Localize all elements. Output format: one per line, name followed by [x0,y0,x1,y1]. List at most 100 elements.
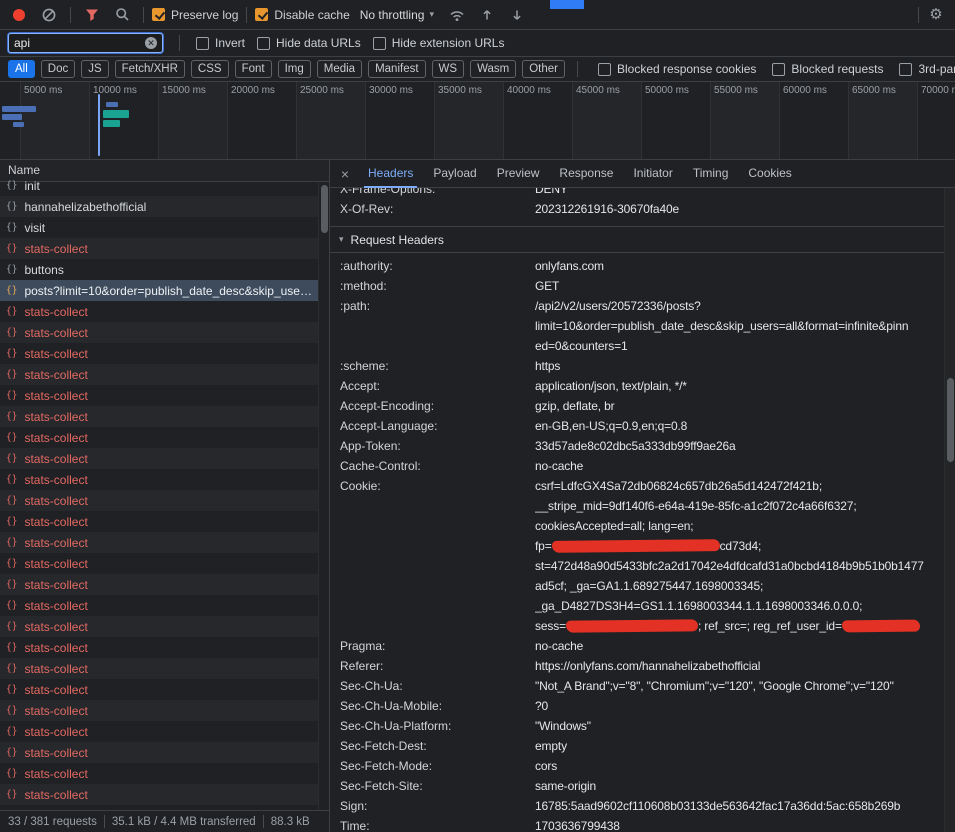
request-row[interactable]: {}stats-collect [0,406,318,427]
record-button[interactable] [6,3,32,27]
request-row[interactable]: {}stats-collect [0,364,318,385]
header-value: ?0 [535,696,944,716]
hide-extension-urls-checkbox[interactable] [373,37,386,50]
filter-input-box[interactable]: ✕ [8,33,163,53]
type-filter-font[interactable]: Font [235,60,272,78]
request-row[interactable]: {}stats-collect [0,448,318,469]
disable-cache-option[interactable]: Disable cache [255,8,349,22]
request-row[interactable]: {}stats-collect [0,763,318,784]
tab-preview[interactable]: Preview [487,160,550,188]
request-row[interactable]: {}stats-collect [0,679,318,700]
tab-payload[interactable]: Payload [423,160,486,188]
request-row[interactable]: {}stats-collect [0,784,318,805]
request-row[interactable]: {}init [0,175,318,196]
request-row[interactable]: {}stats-collect [0,469,318,490]
header-value-line: limit=10&order=publish_date_desc&skip_us… [535,316,944,336]
hide-data-urls-option[interactable]: Hide data URLs [257,36,361,50]
header-value-line: 16785:5aad9602cf110608b03133de563642fac1… [535,796,944,816]
type-filter-fetch-xhr[interactable]: Fetch/XHR [115,60,185,78]
filter-option-3rd-party-requests[interactable]: 3rd-party requests [899,62,955,76]
type-filter-wasm[interactable]: Wasm [470,60,516,78]
overview-tick-label: 20000 ms [231,85,275,96]
clear-network-log-button[interactable] [36,3,62,27]
header-value-line: en-GB,en-US;q=0.9,en;q=0.8 [535,416,944,436]
import-har-button[interactable] [474,3,500,27]
preserve-log-checkbox[interactable] [152,8,165,21]
blocked-response-cookies-checkbox[interactable] [598,63,611,76]
request-list-scrollbar[interactable] [318,182,329,810]
request-row[interactable]: {}stats-collect [0,658,318,679]
invert-checkbox[interactable] [196,37,209,50]
request-row[interactable]: {}stats-collect [0,322,318,343]
export-har-button[interactable] [504,3,530,27]
request-row[interactable]: {}stats-collect [0,532,318,553]
request-row[interactable]: {}stats-collect [0,511,318,532]
request-row[interactable]: {}posts?limit=10&order=publish_date_desc… [0,280,318,301]
script-icon: {} [6,789,17,800]
type-filter-all[interactable]: All [8,60,35,78]
hide-data-urls-checkbox[interactable] [257,37,270,50]
tab-timing[interactable]: Timing [683,160,739,188]
hide-extension-urls-option[interactable]: Hide extension URLs [373,36,505,50]
clear-filter-icon[interactable]: ✕ [145,37,157,49]
overview-gridline [503,82,504,159]
header-value-line: GET [535,276,944,296]
tab-initiator[interactable]: Initiator [623,160,682,188]
request-row[interactable]: {}stats-collect [0,595,318,616]
filter-input[interactable] [14,36,141,50]
type-filter-js[interactable]: JS [81,60,108,78]
tab-response[interactable]: Response [549,160,623,188]
type-filter-img[interactable]: Img [278,60,311,78]
settings-button[interactable]: ⚙ [923,3,949,27]
tab-cookies[interactable]: Cookies [738,160,801,188]
type-filter-other[interactable]: Other [522,60,565,78]
request-row[interactable]: {}stats-collect [0,490,318,511]
request-headers-section[interactable]: ▾ Request Headers [330,226,944,253]
tab-headers[interactable]: Headers [358,160,423,188]
request-row[interactable]: {}buttons [0,259,318,280]
request-row[interactable]: {}stats-collect [0,742,318,763]
blocked-requests-checkbox[interactable] [772,63,785,76]
request-row[interactable]: {}stats-collect [0,301,318,322]
caret-down-icon: ▾ [429,9,434,20]
header-name: Referer: [340,656,535,676]
request-row[interactable]: {}stats-collect [0,385,318,406]
request-row[interactable]: {}stats-collect [0,616,318,637]
request-row[interactable]: {}hannahelizabethofficial [0,196,318,217]
details-scrollbar[interactable] [944,188,955,832]
request-row[interactable]: {}stats-collect [0,574,318,595]
throttling-dropdown[interactable]: No throttling ▾ [354,6,440,24]
search-button[interactable] [109,3,135,27]
overview-tick-label: 30000 ms [369,85,413,96]
header-value-line: gzip, deflate, br [535,396,944,416]
type-filter-doc[interactable]: Doc [41,60,75,78]
type-filter-css[interactable]: CSS [191,60,229,78]
header-value-line: onlyfans.com [535,256,944,276]
request-row[interactable]: {}visit [0,217,318,238]
type-filter-ws[interactable]: WS [432,60,465,78]
request-row[interactable]: {}stats-collect [0,427,318,448]
request-row[interactable]: {}stats-collect [0,238,318,259]
type-filter-media[interactable]: Media [317,60,362,78]
request-row[interactable]: {}stats-collect [0,553,318,574]
request-row[interactable]: {}stats-collect [0,343,318,364]
header-value-line: cors [535,756,944,776]
close-details-icon[interactable]: × [332,166,358,182]
type-filter-manifest[interactable]: Manifest [368,60,425,78]
preserve-log-option[interactable]: Preserve log [152,8,238,22]
scrollbar-thumb[interactable] [321,185,328,233]
network-overview[interactable]: 5000 ms10000 ms15000 ms20000 ms25000 ms3… [0,82,955,160]
header-name: Accept-Encoding: [340,396,535,416]
filter-button[interactable] [79,3,105,27]
3rd-party-requests-checkbox[interactable] [899,63,912,76]
invert-option[interactable]: Invert [196,36,245,50]
request-row[interactable]: {}stats-collect [0,721,318,742]
scrollbar-thumb[interactable] [947,378,954,462]
request-row[interactable]: {}stats-collect [0,637,318,658]
request-row[interactable]: {}stats-collect [0,700,318,721]
disable-cache-checkbox[interactable] [255,8,268,21]
filter-option-blocked-requests[interactable]: Blocked requests [772,62,883,76]
network-conditions-button[interactable] [444,3,470,27]
filter-option-blocked-response-cookies[interactable]: Blocked response cookies [598,62,756,76]
header-row: Pragma:no-cache [340,636,944,656]
